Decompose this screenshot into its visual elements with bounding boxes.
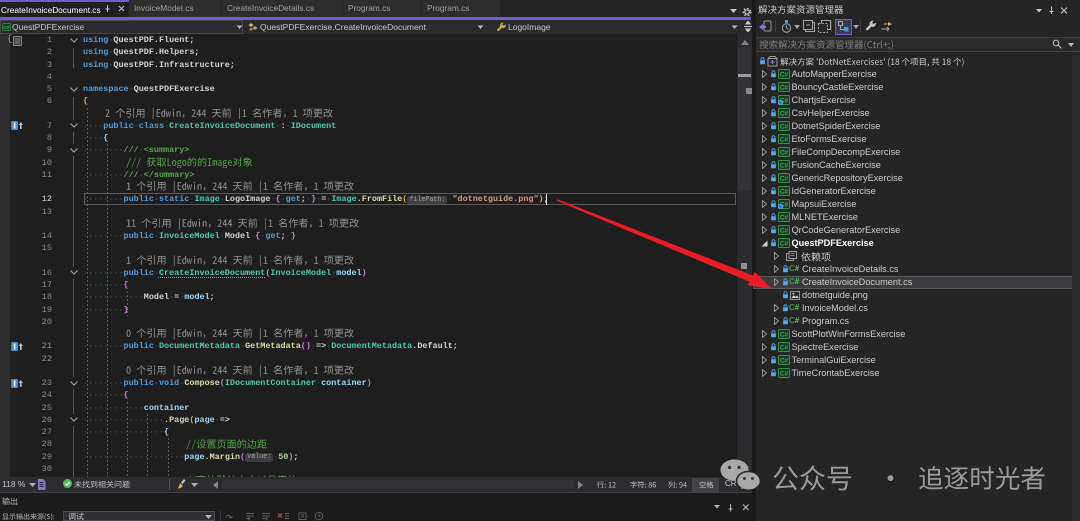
svg-text:C#: C# — [780, 163, 789, 170]
svg-text:C#: C# — [780, 85, 789, 92]
svg-text:C#: C# — [780, 150, 789, 157]
svg-text:C#: C# — [780, 111, 789, 118]
svg-text:C#: C# — [780, 332, 789, 339]
svg-text:C#: C# — [780, 137, 789, 144]
svg-text:C#: C# — [780, 176, 789, 183]
svg-text:C#: C# — [780, 345, 789, 352]
svg-text:C#: C# — [780, 371, 789, 378]
svg-text:C#: C# — [780, 124, 789, 131]
svg-text:C#: C# — [780, 72, 789, 79]
svg-text:C#: C# — [3, 24, 10, 30]
svg-text:C#: C# — [780, 358, 789, 365]
